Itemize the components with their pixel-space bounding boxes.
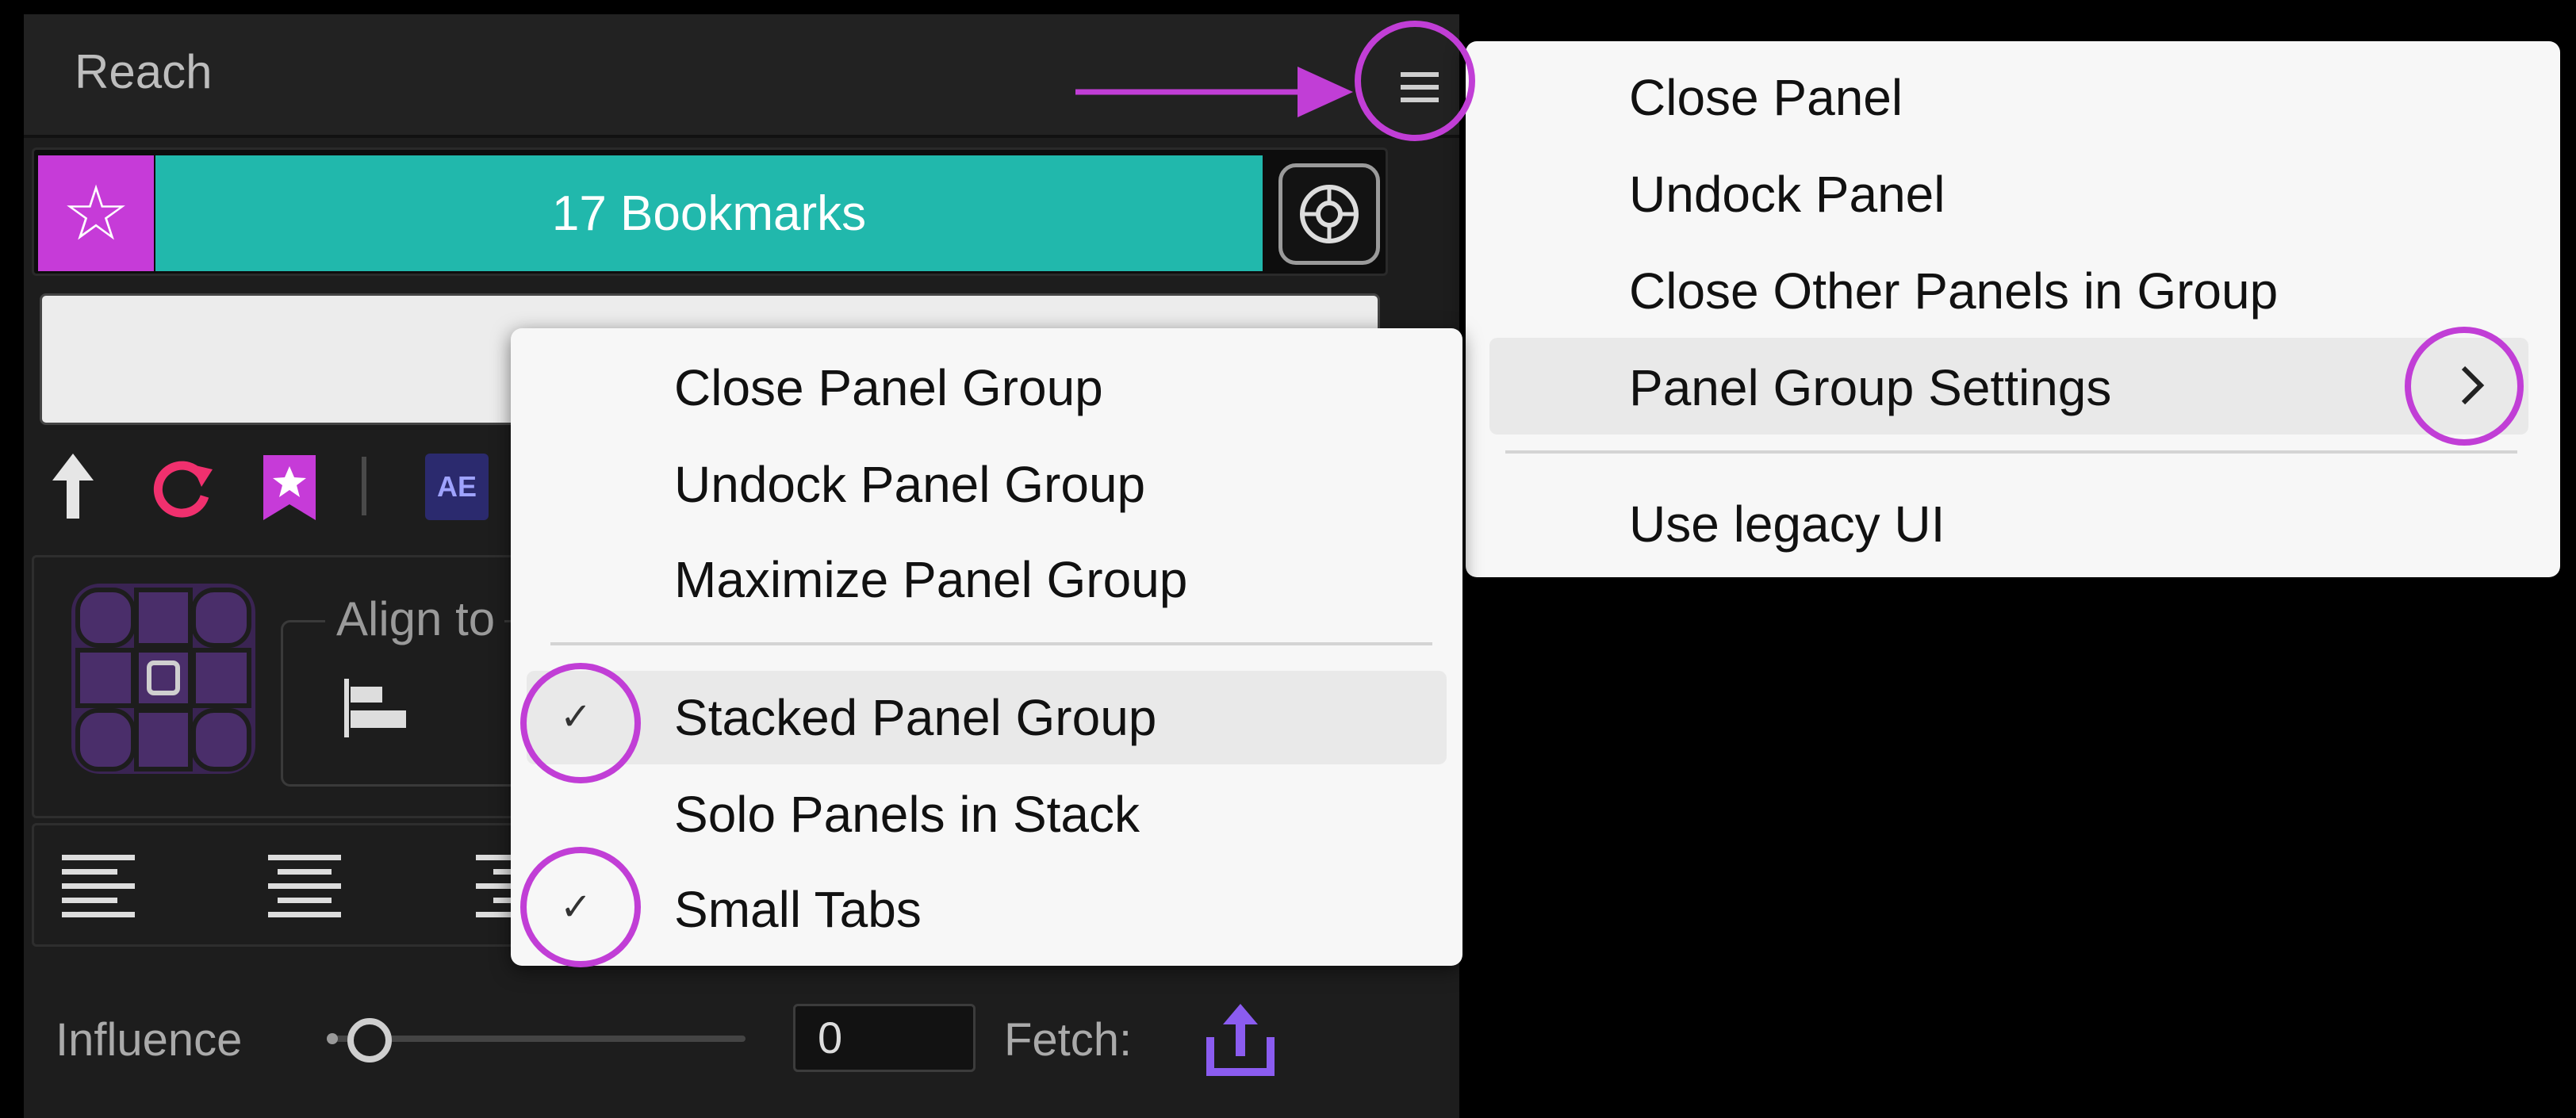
panel-title: Reach — [75, 45, 213, 98]
text-align-center-icon[interactable] — [265, 850, 344, 921]
menu-item-maximize-panel-group[interactable]: Maximize Panel Group — [674, 550, 1187, 609]
menu-item-small-tabs[interactable]: Small Tabs — [674, 880, 922, 939]
influence-slider-track[interactable] — [333, 1036, 746, 1042]
slider-min-dot — [327, 1033, 338, 1044]
fetch-upload-icon[interactable] — [1202, 1002, 1278, 1078]
menu-item-close-panel-group[interactable]: Close Panel Group — [674, 358, 1103, 417]
fetch-label: Fetch: — [1004, 1014, 1133, 1066]
influence-slider-knob[interactable] — [347, 1018, 392, 1062]
influence-input[interactable]: 0 — [793, 1004, 976, 1072]
refresh-icon[interactable] — [146, 452, 217, 523]
influence-label: Influence — [56, 1014, 243, 1066]
annotation-ring-menu-button — [1355, 21, 1475, 141]
bookmarks-button[interactable]: 17 Bookmarks — [155, 155, 1263, 271]
ae-icon[interactable]: AE — [425, 454, 489, 520]
menu-item-panel-group-settings[interactable]: Panel Group Settings — [1629, 358, 2111, 417]
panel-group-settings-submenu — [511, 328, 1462, 966]
annotation-arrow-icon — [1075, 56, 1361, 127]
annotation-ring-small-tabs-check — [520, 847, 641, 967]
menu-separator — [550, 642, 1432, 645]
align-to-label: Align to — [325, 592, 505, 646]
annotation-ring-stacked-check — [520, 663, 641, 783]
menu-item-stacked-panel-group[interactable]: Stacked Panel Group — [674, 688, 1156, 747]
menu-item-close-panel[interactable]: Close Panel — [1629, 68, 1903, 127]
anchor-grid[interactable] — [68, 580, 259, 777]
settings-gear-icon[interactable] — [1278, 163, 1380, 265]
menu-item-use-legacy-ui[interactable]: Use legacy UI — [1629, 495, 1945, 553]
bookmark-icon[interactable] — [259, 452, 320, 523]
menu-item-undock-panel-group[interactable]: Undock Panel Group — [674, 455, 1145, 514]
menu-item-close-other-panels[interactable]: Close Other Panels in Group — [1629, 262, 2278, 320]
star-icon[interactable]: ☆ — [38, 155, 154, 271]
toolbar-divider — [362, 457, 366, 515]
menu-separator — [1505, 450, 2517, 454]
align-left-icon[interactable] — [343, 679, 408, 737]
menu-item-solo-panels-in-stack[interactable]: Solo Panels in Stack — [674, 785, 1140, 844]
menu-item-undock-panel[interactable]: Undock Panel — [1629, 165, 1945, 224]
annotation-ring-chevron — [2405, 327, 2524, 446]
text-align-left-icon[interactable] — [59, 850, 138, 921]
up-arrow-icon[interactable] — [49, 450, 97, 522]
